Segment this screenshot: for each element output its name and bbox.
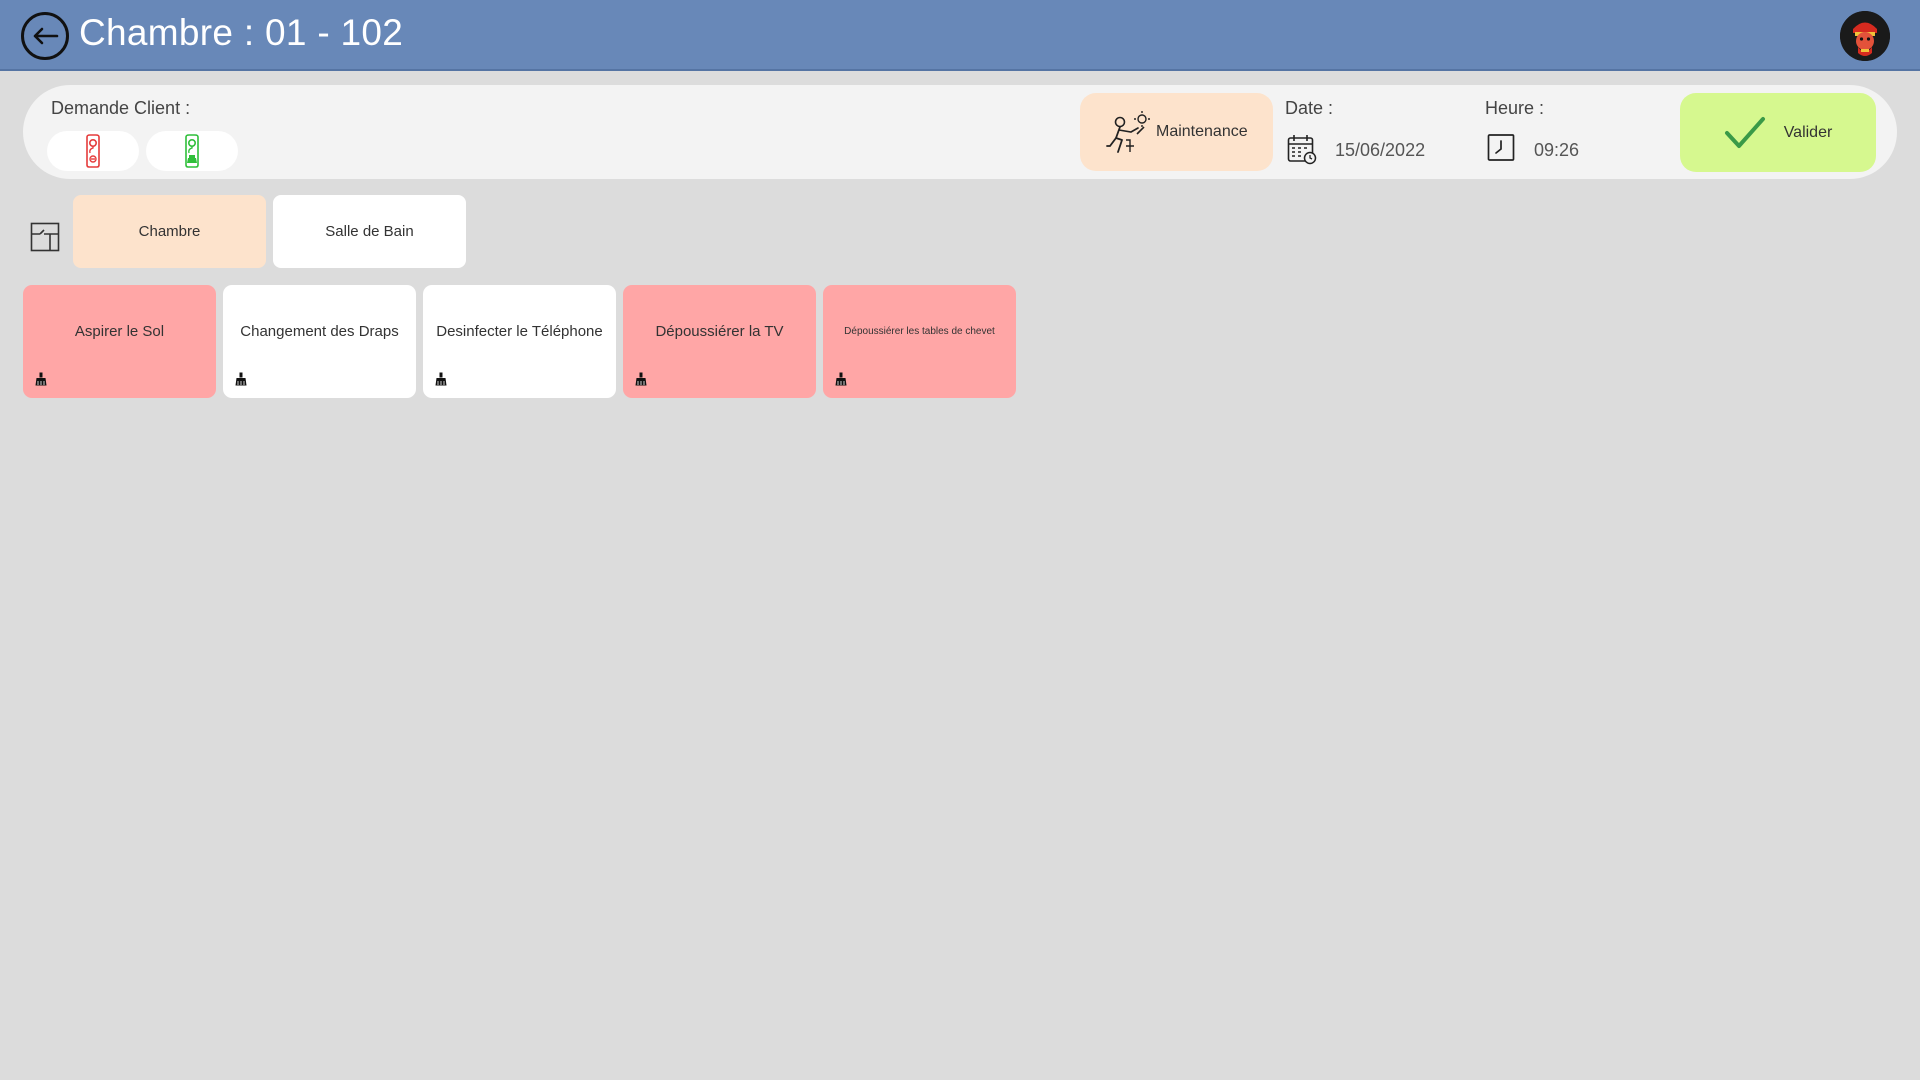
task-label: Dépoussiérer la TV [655,323,784,340]
tab-chambre[interactable]: Chambre [73,195,266,268]
arrow-left-icon [33,27,59,45]
cleaning-brush-icon [835,372,847,386]
cleaning-brush-icon [635,372,647,386]
time-value: 09:26 [1534,140,1580,160]
please-clean-hanger-icon [185,134,199,168]
task-card-desinfecter-le-telephone[interactable]: Desinfecter le Téléphone [423,285,616,398]
task-card-aspirer-le-sol[interactable]: Aspirer le Sol [23,285,216,398]
client-request-label: Demande Client : [51,98,191,118]
maintenance-worker-icon [1106,111,1150,153]
validate-label: Valider [1783,123,1833,141]
clock-icon [1487,134,1515,161]
header-bar: Chambre : 01 - 102 [0,0,1920,71]
cleaning-brush-icon [435,372,447,386]
back-button[interactable] [21,12,69,60]
maintenance-button[interactable]: Maintenance [1080,93,1273,171]
validate-button[interactable]: Valider [1680,93,1876,172]
time-label: Heure : [1485,98,1545,118]
task-card-changement-des-draps[interactable]: Changement des Draps [223,285,416,398]
cleaning-brush-icon [35,372,47,386]
calendar-icon [1287,135,1317,165]
do-not-disturb-button[interactable] [47,131,139,171]
do-not-disturb-hanger-icon [86,134,100,168]
check-icon [1724,116,1765,148]
task-label: Aspirer le Sol [74,323,165,340]
task-card-depoussierer-la-tv[interactable]: Dépoussiérer la TV [623,285,816,398]
task-label: Desinfecter le Téléphone [436,323,603,340]
task-card-depoussierer-les-tables-de-chevet[interactable]: Dépoussiérer les tables de chevet [823,285,1016,398]
info-panel: Demande Client : Maintenance Date: 15/0… [23,85,1897,179]
tab-salle-de-bain[interactable]: Salle de Bain [273,195,466,268]
tab-salle-de-bain-label: Salle de Bain [325,223,414,240]
user-avatar-icon[interactable] [1840,11,1890,61]
date-value: 15/06/2022 [1335,140,1426,160]
tab-chambre-label: Chambre [138,223,201,240]
maintenance-label: Maintenance [1156,123,1248,140]
cleaning-brush-icon [235,372,247,386]
room-door-icon [30,222,60,252]
task-label: Dépoussiérer les tables de chevet [844,326,995,337]
date-label: Date : [1285,98,1334,118]
page-title: Chambre : 01 - 102 [79,12,404,53]
please-clean-button[interactable] [146,131,238,171]
task-label: Changement des Draps [240,323,399,340]
